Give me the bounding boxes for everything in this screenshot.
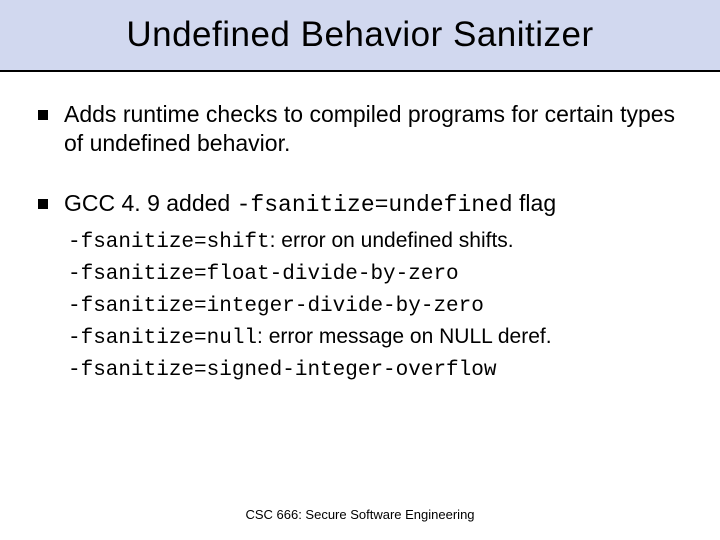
inline-code: -fsanitize=integer-divide-by-zero (68, 295, 484, 318)
sub-bullet-item: -fsanitize=null: error message on NULL d… (64, 322, 682, 354)
inline-code: -fsanitize=null (68, 327, 257, 350)
sub-bullet-item: -fsanitize=signed-integer-overflow (64, 354, 682, 386)
inline-code: -fsanitize=shift (68, 231, 270, 254)
sub-bullet-item: -fsanitize=integer-divide-by-zero (64, 290, 682, 322)
sub-bullet-item: -fsanitize=shift: error on undefined shi… (64, 226, 682, 258)
bullet-text: Adds runtime checks to compiled programs… (64, 101, 675, 156)
sub-bullet-item: -fsanitize=float-divide-by-zero (64, 258, 682, 290)
slide-footer: CSC 666: Secure Software Engineering (0, 507, 720, 522)
bullet-text-post: flag (513, 190, 556, 216)
bullet-text-pre: GCC 4. 9 added (64, 190, 237, 216)
inline-code: -fsanitize=undefined (237, 192, 513, 218)
inline-code: -fsanitize=signed-integer-overflow (68, 359, 496, 382)
sub-bullet-list: -fsanitize=shift: error on undefined shi… (64, 226, 682, 385)
sub-text: : error on undefined shifts. (270, 229, 514, 252)
sub-text: : error message on NULL deref. (257, 325, 552, 348)
inline-code: -fsanitize=float-divide-by-zero (68, 263, 459, 286)
title-bar: Undefined Behavior Sanitizer (0, 0, 720, 72)
slide-title: Undefined Behavior Sanitizer (126, 15, 593, 55)
bullet-item: Adds runtime checks to compiled programs… (38, 100, 682, 159)
slide-content: Adds runtime checks to compiled programs… (0, 72, 720, 385)
bullet-list: Adds runtime checks to compiled programs… (38, 100, 682, 385)
bullet-item: GCC 4. 9 added -fsanitize=undefined flag… (38, 189, 682, 386)
